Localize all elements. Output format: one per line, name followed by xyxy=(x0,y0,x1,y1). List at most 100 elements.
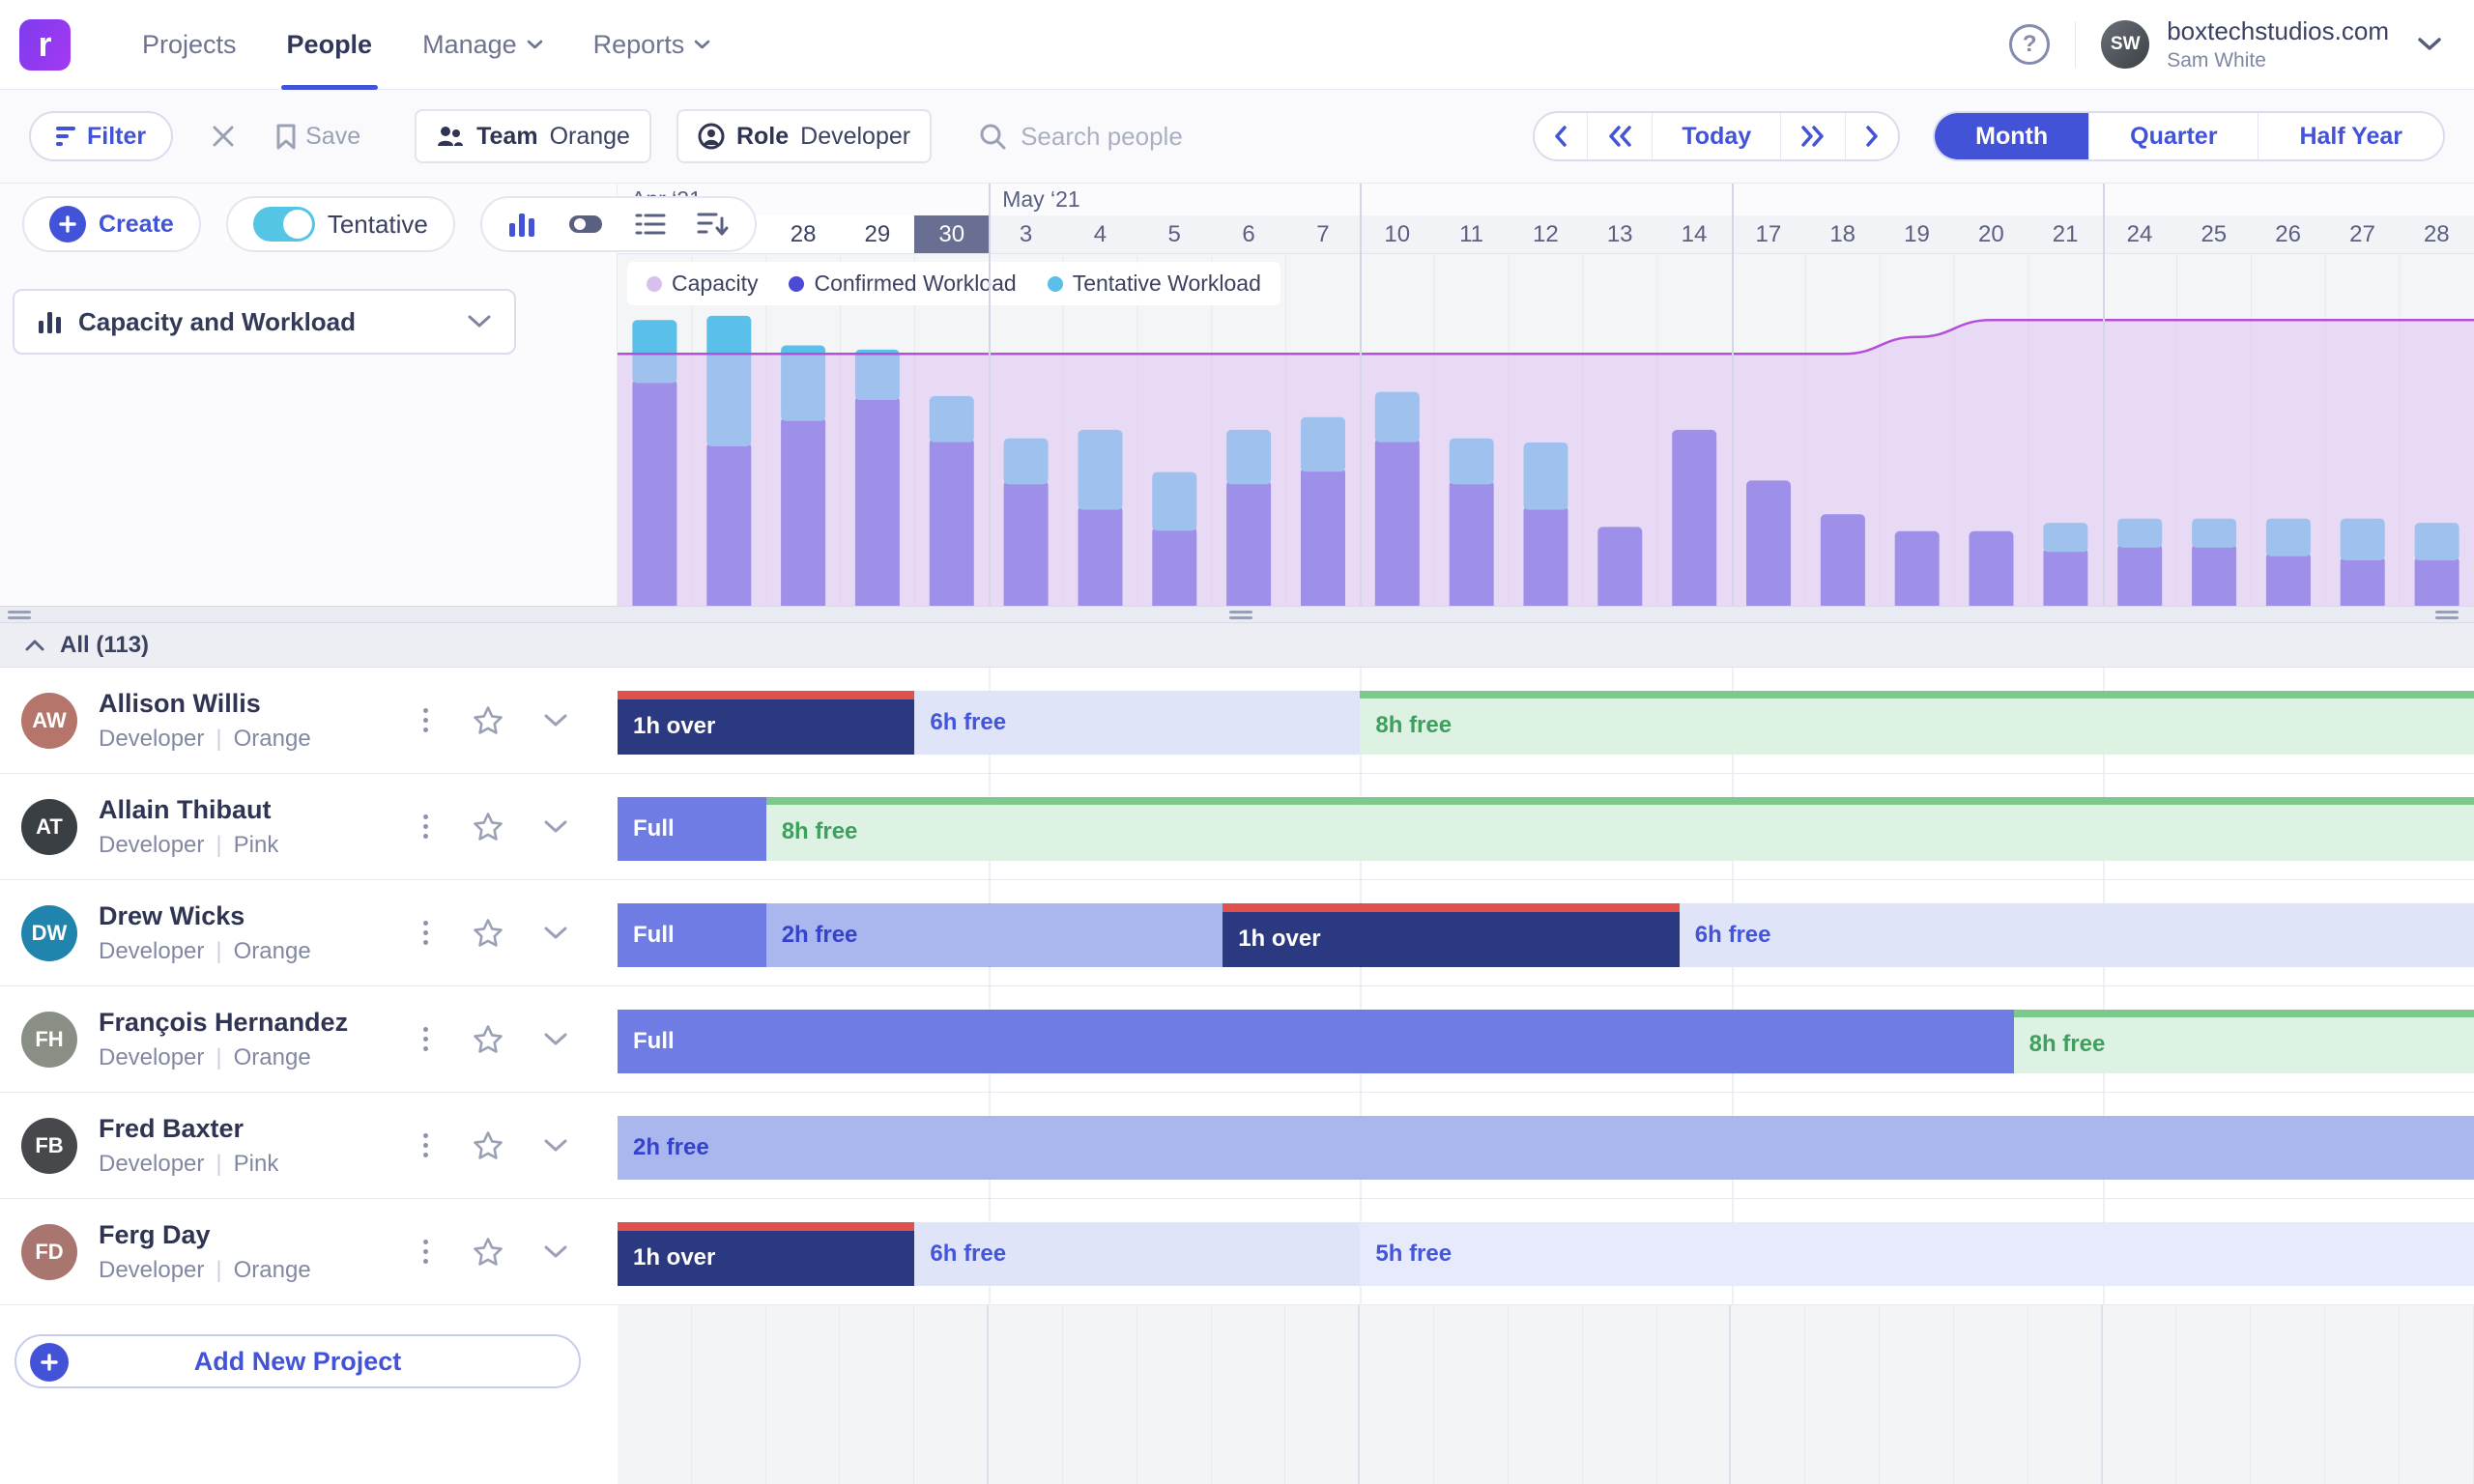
schedule-bar-free-light[interactable]: 6h free xyxy=(1680,903,2474,967)
sort-icon[interactable] xyxy=(697,211,730,238)
tentative-toggle[interactable]: Tentative xyxy=(226,196,455,252)
day-cell-5[interactable]: 5 xyxy=(1137,215,1212,253)
account-info[interactable]: boxtechstudios.com Sam White xyxy=(2167,16,2389,72)
schedule-bar-free-mid[interactable]: 2h free xyxy=(766,903,1223,967)
expand-chevron-down-icon[interactable] xyxy=(544,820,567,834)
prev-page-button[interactable] xyxy=(1588,113,1653,159)
chart-type-select[interactable]: Capacity and Workload xyxy=(13,289,516,355)
day-cell-7[interactable]: 7 xyxy=(1285,215,1360,253)
expand-chevron-down-icon[interactable] xyxy=(544,1139,567,1153)
day-cell-21[interactable]: 21 xyxy=(2028,215,2103,253)
view-option-month[interactable]: Month xyxy=(1935,113,2089,159)
expand-chevron-down-icon[interactable] xyxy=(544,714,567,728)
star-icon[interactable] xyxy=(473,1130,503,1160)
schedule-bar-full[interactable]: Full xyxy=(618,903,766,967)
day-cell-19[interactable]: 19 xyxy=(1880,215,1954,253)
kebab-menu-icon[interactable] xyxy=(419,1236,432,1268)
nav-tab-reports[interactable]: Reports xyxy=(568,0,736,90)
day-cell-3[interactable]: 3 xyxy=(989,215,1063,253)
day-cell-27[interactable]: 27 xyxy=(2325,215,2400,253)
chevron-left-icon xyxy=(1554,126,1568,147)
kebab-menu-icon[interactable] xyxy=(419,917,432,949)
schedule-bar-over[interactable]: 1h over xyxy=(618,1222,914,1286)
day-cell-18[interactable]: 18 xyxy=(1805,215,1880,253)
schedule-bar-free-mid[interactable]: 2h free xyxy=(618,1116,2474,1180)
day-cell-28[interactable]: 28 xyxy=(2400,215,2474,253)
nav-tab-projects[interactable]: Projects xyxy=(117,0,262,90)
save-filter-button[interactable]: Save xyxy=(275,123,360,151)
day-cell-24[interactable]: 24 xyxy=(2103,215,2177,253)
search-input[interactable] xyxy=(1021,122,1339,152)
add-new-project-button[interactable]: Add New Project xyxy=(14,1334,581,1388)
day-cell-11[interactable]: 11 xyxy=(1434,215,1509,253)
day-cell-28[interactable]: 28 xyxy=(766,215,841,253)
day-cell-12[interactable]: 12 xyxy=(1509,215,1583,253)
next-day-button[interactable] xyxy=(1846,113,1898,159)
day-cell-25[interactable]: 25 xyxy=(2176,215,2251,253)
kebab-menu-icon[interactable] xyxy=(419,1129,432,1161)
tentative-label: Tentative xyxy=(328,210,428,240)
day-cell-6[interactable]: 6 xyxy=(1212,215,1286,253)
day-cell-17[interactable]: 17 xyxy=(1731,215,1805,253)
toggle-view-icon[interactable] xyxy=(567,213,604,236)
user-avatar[interactable]: SW xyxy=(2101,20,2149,69)
schedule-bar-free-green[interactable]: 8h free xyxy=(1360,691,2474,755)
help-icon[interactable]: ? xyxy=(2009,24,2050,65)
schedule-bar-free-lighter[interactable]: 5h free xyxy=(1360,1222,2474,1286)
filter-button[interactable]: Filter xyxy=(29,111,173,161)
schedule-bar-full[interactable]: Full xyxy=(618,1010,2014,1073)
person-team: Orange xyxy=(234,938,311,964)
schedule-bar-free-green[interactable]: 8h free xyxy=(2014,1010,2474,1073)
day-cell-26[interactable]: 26 xyxy=(2251,215,2325,253)
prev-day-button[interactable] xyxy=(1535,113,1588,159)
drag-handle-icon[interactable] xyxy=(8,611,31,622)
expand-chevron-down-icon[interactable] xyxy=(544,1245,567,1259)
day-cell-10[interactable]: 10 xyxy=(1360,215,1434,253)
create-button[interactable]: Create xyxy=(22,196,201,252)
account-chevron-down-icon[interactable] xyxy=(2418,38,2441,51)
kebab-menu-icon[interactable] xyxy=(419,1023,432,1055)
schedule-bar-free-light[interactable]: 6h free xyxy=(914,691,1360,755)
star-icon[interactable] xyxy=(473,1237,503,1267)
list-view-icon[interactable] xyxy=(635,212,666,237)
schedule-bar-over[interactable]: 1h over xyxy=(618,691,914,755)
day-cell-30[interactable]: 30 xyxy=(914,215,989,253)
next-page-button[interactable] xyxy=(1781,113,1846,159)
chart-resize-divider[interactable] xyxy=(0,606,2474,623)
clear-filters-icon[interactable] xyxy=(212,125,235,148)
view-option-quarter[interactable]: Quarter xyxy=(2089,113,2258,159)
day-cell-4[interactable]: 4 xyxy=(1063,215,1137,253)
star-icon[interactable] xyxy=(473,918,503,948)
nav-tab-manage[interactable]: Manage xyxy=(397,0,568,90)
schedule-bar-full[interactable]: Full xyxy=(618,797,766,861)
person-name: Ferg Day xyxy=(99,1220,311,1250)
schedule-bar-free-green[interactable]: 8h free xyxy=(766,797,2474,861)
star-icon[interactable] xyxy=(473,812,503,842)
filter-chip-role[interactable]: RoleDeveloper xyxy=(676,109,932,163)
kebab-menu-icon[interactable] xyxy=(419,811,432,842)
expand-chevron-down-icon[interactable] xyxy=(544,927,567,940)
schedule-bar-free-light[interactable]: 6h free xyxy=(914,1222,1360,1286)
filter-chip-team[interactable]: TeamOrange xyxy=(415,109,651,163)
star-icon[interactable] xyxy=(473,1024,503,1054)
empty-grid-cell xyxy=(1805,1305,1880,1484)
brand-logo[interactable]: r xyxy=(19,19,71,71)
bar-chart-icon[interactable] xyxy=(507,210,536,239)
drag-handle-icon[interactable] xyxy=(1229,611,1252,622)
expand-chevron-down-icon[interactable] xyxy=(544,1033,567,1046)
schedule-bar-over[interactable]: 1h over xyxy=(1223,903,1680,967)
kebab-menu-icon[interactable] xyxy=(419,704,432,736)
drag-handle-icon[interactable] xyxy=(2435,611,2459,622)
group-header-all[interactable]: All (113) xyxy=(0,623,2474,668)
person-name: Allain Thibaut xyxy=(99,795,278,825)
account-user: Sam White xyxy=(2167,49,2389,72)
view-option-half-year[interactable]: Half Year xyxy=(2258,113,2443,159)
star-icon[interactable] xyxy=(473,705,503,735)
person-subtitle: Developer|Orange xyxy=(99,1257,311,1284)
day-cell-29[interactable]: 29 xyxy=(840,215,914,253)
today-button[interactable]: Today xyxy=(1653,113,1781,159)
nav-tab-people[interactable]: People xyxy=(262,0,398,90)
day-cell-20[interactable]: 20 xyxy=(1954,215,2028,253)
day-cell-14[interactable]: 14 xyxy=(1657,215,1732,253)
day-cell-13[interactable]: 13 xyxy=(1583,215,1657,253)
